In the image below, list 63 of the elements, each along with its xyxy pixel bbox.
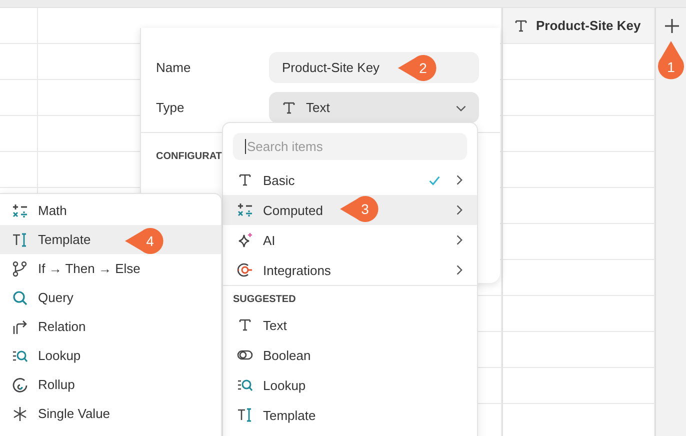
template-icon: [12, 232, 28, 248]
menu-item[interactable]: Single Value: [0, 399, 221, 428]
menu-item[interactable]: Basic: [223, 165, 477, 195]
column-header[interactable]: Product-Site Key: [502, 8, 655, 44]
menu-item[interactable]: Relation: [0, 312, 221, 341]
template-icon: [237, 407, 253, 423]
serif-t-icon: [281, 100, 297, 116]
menu-item[interactable]: Rollup: [0, 370, 221, 399]
step-marker: 2: [397, 54, 437, 82]
math-operators-icon: [237, 202, 253, 218]
field-label: Type: [156, 100, 186, 115]
list-search-icon: [237, 377, 253, 393]
menu-item-label: AI: [263, 232, 276, 248]
section-heading: CONFIGURAT: [156, 151, 222, 162]
menu-item[interactable]: Text: [223, 310, 477, 340]
menu-item[interactable]: Lookup: [223, 370, 477, 400]
math-operators-icon: [12, 202, 28, 218]
menu-item-label: Query: [38, 290, 74, 305]
menu-item[interactable]: Lookup: [0, 341, 221, 370]
menu-item-label: Template: [263, 408, 316, 422]
menu-item-label: Text: [263, 318, 287, 332]
menu-item-label: Relation: [38, 319, 86, 334]
menu-item-label: Basic: [263, 172, 295, 188]
asterisk-icon: [12, 406, 28, 422]
menu-item-label: Single Value: [38, 406, 110, 421]
step-marker: 4: [124, 227, 164, 255]
menu-item[interactable]: Math: [0, 196, 221, 225]
field-label: Name: [156, 60, 192, 75]
section-heading: SUGGESTED: [232, 293, 297, 307]
turn-arrow-icon: [12, 318, 28, 334]
serif-t-icon: [237, 317, 253, 333]
serif-t-icon: [513, 18, 529, 34]
menu-item-label: Integrations: [263, 262, 331, 278]
menu-item-label: Rollup: [38, 377, 75, 392]
text-cursor: [245, 139, 246, 154]
search-field[interactable]: Search items: [233, 133, 467, 160]
menu-item-label: If → Then → Else: [38, 261, 140, 276]
menu-item-label: Lookup: [38, 348, 81, 363]
search-icon: [12, 290, 28, 306]
sparkle-icon: [237, 232, 253, 248]
plus-icon: [664, 18, 680, 34]
menu-item[interactable]: Integrations: [223, 255, 477, 285]
menu-item[interactable]: Template 4: [0, 225, 221, 254]
step-marker: 3: [339, 195, 379, 223]
serif-t-icon: [237, 172, 253, 188]
plug-circle-icon: [237, 262, 253, 278]
menu-item[interactable]: Boolean: [223, 340, 477, 370]
step-marker: 1: [657, 40, 685, 81]
menu-item[interactable]: Template: [223, 400, 477, 430]
column-title: Product-Site Key: [536, 18, 641, 33]
branch-icon: [12, 260, 28, 276]
spiral-icon: [12, 376, 28, 392]
menu-item-label: Computed: [263, 202, 323, 218]
type-dropdown[interactable]: Text: [269, 92, 479, 123]
menu-item-label: Lookup: [263, 378, 306, 392]
menu-item[interactable]: If → Then → Else: [0, 254, 221, 283]
menu-item-label: Boolean: [263, 348, 311, 362]
menu-item[interactable]: AI: [223, 225, 477, 255]
check-icon: [428, 174, 441, 186]
menu-item-label: Math: [38, 203, 67, 218]
menu-item-label: Template: [38, 232, 91, 247]
menu-item[interactable]: Computed 3: [223, 195, 477, 225]
menu-item[interactable]: Query: [0, 283, 221, 312]
